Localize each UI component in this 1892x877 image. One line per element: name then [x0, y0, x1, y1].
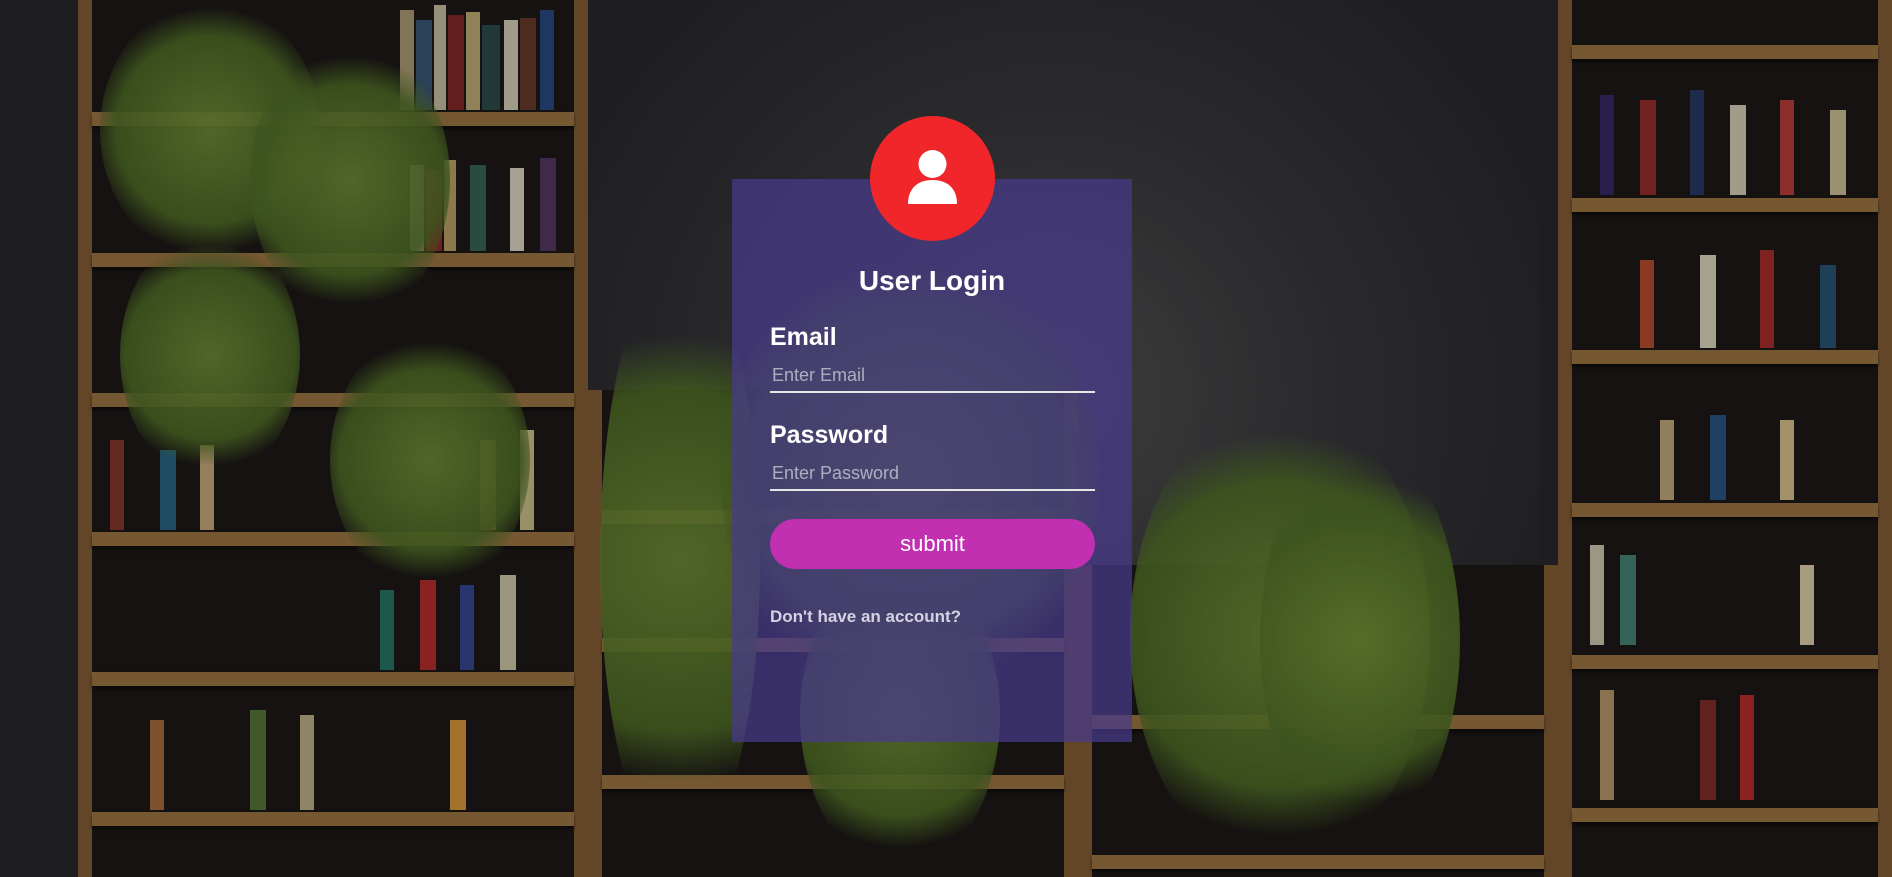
email-field[interactable]: [770, 359, 1095, 393]
signup-link[interactable]: Don't have an account?: [770, 607, 961, 627]
page-title: User Login: [858, 265, 1006, 296]
user-icon: [908, 150, 957, 204]
password-field[interactable]: [770, 457, 1095, 491]
email-label: Email: [770, 323, 837, 351]
submit-button[interactable]: submit: [770, 519, 1095, 569]
password-label: Password: [770, 421, 889, 449]
avatar: [870, 116, 995, 241]
